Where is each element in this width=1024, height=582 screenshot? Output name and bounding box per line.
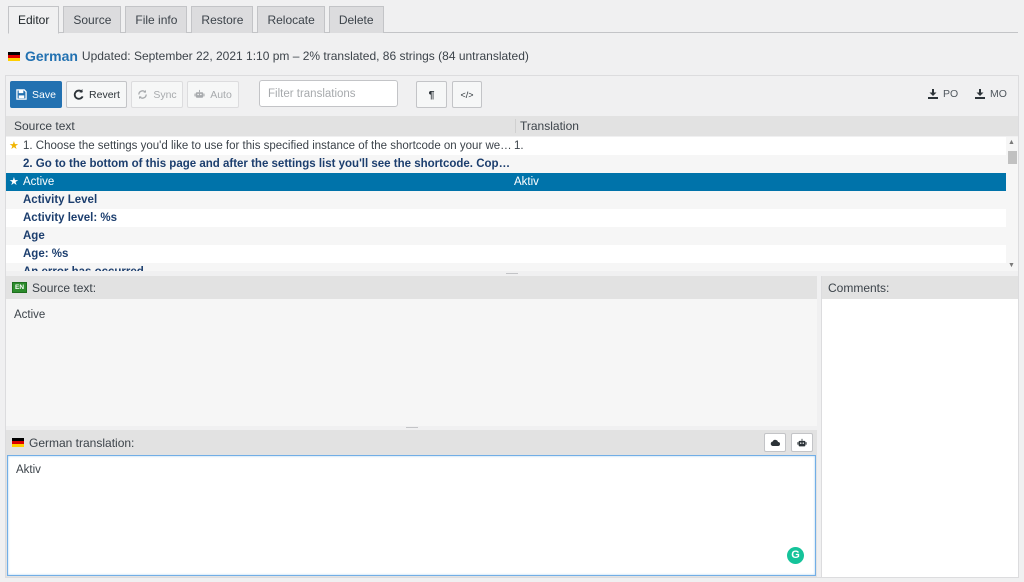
string-row[interactable]: 2. Go to the bottom of this page and aft…	[6, 155, 1006, 173]
robot-icon	[194, 89, 205, 98]
file-status-text: Updated: September 22, 2021 1:10 pm – 2%…	[81, 49, 529, 63]
translation-cell: 1.	[514, 140, 524, 152]
column-header-translation[interactable]: Translation	[520, 119, 579, 133]
translation-textarea[interactable]	[7, 455, 816, 576]
tab-delete[interactable]: Delete	[328, 6, 384, 33]
source-text-pane: EN Source text: Active	[6, 276, 817, 426]
german-flag-icon	[12, 438, 24, 447]
german-flag-icon	[8, 51, 20, 61]
file-header: German Updated: September 22, 2021 1:10 …	[8, 48, 529, 64]
scroll-up-icon[interactable]: ▲	[1008, 139, 1015, 146]
strings-list: ★ 1. Choose the settings you'd like to us…	[6, 137, 1006, 271]
save-icon	[16, 89, 27, 100]
tab-bar: Editor Source File info Restore Relocate…	[8, 6, 384, 34]
string-row[interactable]: Age	[6, 227, 1006, 245]
download-po-button[interactable]: PO	[928, 88, 958, 100]
sync-label: Sync	[153, 88, 177, 101]
source-cell: 1. Choose the settings you'd like to use…	[23, 140, 513, 152]
editor-toolbar: Save Revert Sync Auto ¶ </> PO MO	[6, 76, 1018, 116]
comments-textarea[interactable]	[822, 299, 1018, 577]
source-pane-label: Source text:	[32, 280, 97, 295]
string-row[interactable]: Activity level: %s	[6, 209, 1006, 227]
revert-button[interactable]: Revert	[66, 81, 127, 108]
source-cell: Age	[23, 230, 45, 242]
auto-label: Auto	[210, 88, 232, 101]
source-cell: Activity level: %s	[23, 212, 117, 224]
save-button[interactable]: Save	[10, 81, 62, 108]
cloud-suggest-button[interactable]	[764, 433, 786, 452]
po-label: PO	[943, 88, 959, 100]
translation-pane: German translation: G	[6, 430, 817, 577]
source-cell: An error has occurred	[23, 263, 513, 271]
translation-pane-label: German translation:	[29, 435, 135, 450]
column-resizer[interactable]	[515, 119, 516, 133]
toggle-code-view-button[interactable]: </>	[452, 81, 482, 108]
download-mo-button[interactable]: MO	[975, 88, 1007, 100]
string-row[interactable]: ★ 1. Choose the settings you'd like to us…	[6, 137, 1006, 155]
comments-pane-label: Comments:	[828, 280, 890, 295]
robot-icon	[797, 438, 807, 446]
column-header-source[interactable]: Source text	[14, 119, 75, 133]
scroll-down-icon[interactable]: ▼	[1008, 262, 1015, 269]
revert-label: Revert	[89, 88, 120, 101]
source-pane-header: EN Source text:	[6, 276, 817, 299]
tab-relocate[interactable]: Relocate	[257, 6, 325, 33]
mo-label: MO	[990, 88, 1007, 100]
source-cell: Active	[23, 176, 55, 188]
tab-editor[interactable]: Editor	[8, 6, 60, 34]
revert-icon	[73, 89, 84, 100]
filter-translations-input[interactable]	[259, 80, 398, 107]
source-text-value: Active	[14, 309, 46, 321]
comments-pane-header: Comments:	[822, 276, 1018, 299]
string-row[interactable]: ★ Active Aktiv	[6, 173, 1006, 191]
comments-pane: Comments:	[821, 276, 1018, 577]
tab-file-info[interactable]: File info	[125, 6, 188, 33]
english-flag-icon: EN	[12, 282, 28, 293]
translation-cell: Aktiv	[514, 176, 539, 188]
sync-icon	[138, 89, 148, 100]
auto-button[interactable]: Auto	[187, 81, 239, 108]
string-row[interactable]: Age: %s	[6, 245, 1006, 263]
cloud-icon	[770, 439, 780, 446]
language-link[interactable]: German	[25, 48, 78, 64]
translation-editor: Save Revert Sync Auto ¶ </> PO MO Source…	[5, 75, 1019, 578]
tab-source[interactable]: Source	[63, 6, 122, 33]
toggle-invisibles-button[interactable]: ¶	[416, 81, 447, 108]
source-cell: Age: %s	[23, 248, 69, 260]
grip-icon	[406, 427, 418, 428]
sync-button[interactable]: Sync	[131, 81, 183, 108]
star-icon: ★	[9, 176, 19, 188]
download-icon	[928, 89, 938, 99]
grip-icon	[506, 273, 518, 274]
download-icon	[975, 89, 985, 99]
scrollbar-thumb[interactable]	[1008, 151, 1017, 164]
star-icon: ★	[9, 140, 19, 152]
tab-restore[interactable]: Restore	[191, 6, 254, 33]
translation-pane-header: German translation:	[6, 430, 817, 455]
string-row[interactable]: An error has occurred	[6, 263, 1006, 271]
grammarly-icon[interactable]: G	[787, 547, 804, 564]
save-label: Save	[32, 88, 56, 101]
source-cell: Activity Level	[23, 194, 98, 206]
string-row[interactable]: Activity Level	[6, 191, 1006, 209]
grid-scrollbar[interactable]: ▲ ▼	[1006, 137, 1018, 271]
auto-translate-button[interactable]	[791, 433, 813, 452]
source-cell: 2. Go to the bottom of this page and aft…	[23, 158, 513, 170]
grid-header: Source text Translation	[6, 116, 1018, 136]
